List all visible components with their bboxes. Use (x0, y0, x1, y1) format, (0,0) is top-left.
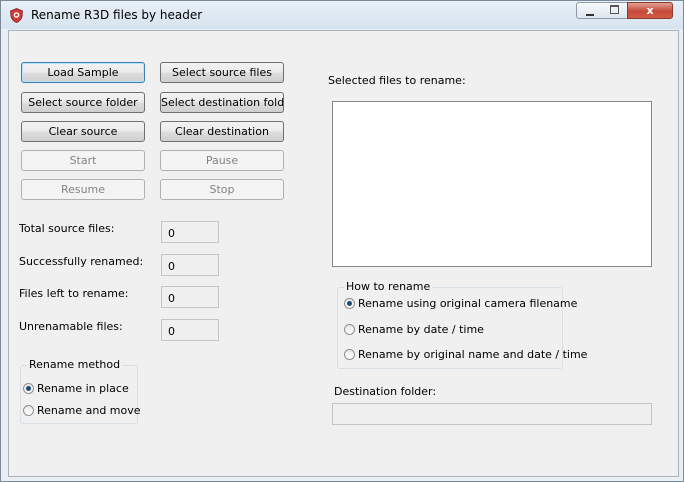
selected-files-list[interactable] (332, 101, 652, 267)
rename-in-place-label: Rename in place (37, 382, 129, 395)
resume-button[interactable]: Resume (21, 179, 145, 200)
app-window: Rename R3D files by header x Load Sample… (0, 0, 684, 482)
rename-and-move-label: Rename and move (37, 404, 141, 417)
radio-selected-icon (344, 298, 355, 309)
pause-button[interactable]: Pause (160, 150, 284, 171)
successfully-renamed-label: Successfully renamed: (19, 255, 144, 268)
rename-camera-filename-radio[interactable]: Rename using original camera filename (344, 297, 577, 310)
rename-method-group: Rename method Rename in place Rename and… (20, 358, 141, 424)
select-destination-folder-button[interactable]: Select destination folder (160, 92, 284, 113)
start-button[interactable]: Start (21, 150, 145, 171)
how-to-rename-group: How to rename Rename using original came… (337, 280, 587, 369)
minimize-icon (585, 14, 594, 16)
maximize-button[interactable] (602, 2, 628, 19)
rename-by-name-datetime-radio[interactable]: Rename by original name and date / time (344, 348, 587, 361)
total-source-files-value: 0 (161, 221, 219, 243)
rename-by-datetime-radio[interactable]: Rename by date / time (344, 323, 484, 336)
unrenamable-files-label: Unrenamable files: (19, 320, 123, 333)
clear-destination-button[interactable]: Clear destination (160, 121, 284, 142)
close-icon: x (646, 4, 654, 17)
how-to-rename-title: How to rename (344, 280, 433, 293)
window-title: Rename R3D files by header (31, 8, 203, 22)
radio-unselected-icon (344, 349, 355, 360)
files-left-value: 0 (161, 286, 219, 308)
app-shield-icon (10, 8, 23, 23)
files-left-label: Files left to rename: (19, 287, 129, 300)
close-button[interactable]: x (627, 2, 673, 19)
rename-camera-filename-label: Rename using original camera filename (358, 297, 578, 310)
rename-and-move-radio[interactable]: Rename and move (23, 404, 141, 417)
rename-method-title: Rename method (27, 358, 123, 371)
rename-in-place-radio[interactable]: Rename in place (23, 382, 129, 395)
select-source-files-button[interactable]: Select source files (160, 62, 284, 83)
destination-folder-field[interactable] (332, 403, 652, 425)
unrenamable-files-value: 0 (161, 319, 219, 341)
radio-unselected-icon (23, 405, 34, 416)
destination-folder-label: Destination folder: (334, 385, 437, 398)
radio-unselected-icon (344, 324, 355, 335)
title-bar[interactable]: Rename R3D files by header x (1, 1, 683, 29)
rename-by-name-datetime-label: Rename by original name and date / time (358, 348, 588, 361)
successfully-renamed-value: 0 (161, 254, 219, 276)
select-source-folder-button[interactable]: Select source folder (21, 92, 145, 113)
maximize-icon (610, 5, 619, 14)
minimize-button[interactable] (576, 2, 603, 19)
rename-by-datetime-label: Rename by date / time (358, 323, 484, 336)
radio-selected-icon (23, 383, 34, 394)
load-sample-button[interactable]: Load Sample (21, 62, 145, 83)
stop-button[interactable]: Stop (160, 179, 284, 200)
selected-files-label: Selected files to rename: (328, 74, 466, 87)
client-area: Load Sample Select source files Select s… (8, 30, 679, 477)
total-source-files-label: Total source files: (19, 222, 115, 235)
clear-source-button[interactable]: Clear source (21, 121, 145, 142)
